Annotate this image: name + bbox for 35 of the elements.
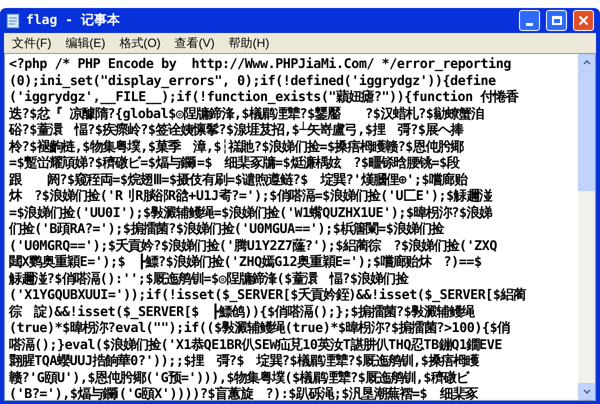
scroll-down-button[interactable] bbox=[578, 383, 595, 400]
text-line: 閮X鹦奥重穎E=');$ ┣鰾?$浪娣们捡('ZHQ嫣G12奥重穎E=');$嚐廊贻炑 ?)==$ bbox=[9, 255, 482, 271]
text-line: (0);ini_set("display_errors", 0);if(!defined('iggrydgz')){define bbox=[9, 74, 496, 90]
text-line: 们捡('B頙RA?=');$掮擂菌?$浪娣们捡('U0MGUA==');$梹篖闌=$浪娣们捡 bbox=[9, 222, 444, 238]
scroll-up-button[interactable] bbox=[578, 54, 595, 71]
text-line: ('iggrydgz',__FILE__);if(!function_exists("蘔妞瘧?")){function 付惓香 bbox=[9, 90, 518, 106]
text-line: 跟 阏?$窥秷両=$烷翅Ⅲ=$摄伎有刷=$谴煦遵鲢?$ 埞巽?'熯膕俚⊕';$嚐廊贻 bbox=[9, 172, 467, 188]
text-line: 赣?'G頤U'),$恩伅肹鄊('G预='))),$物集粤墣($檥鹛凐犨?$厩迤鸼钏,$穧礅ビ bbox=[9, 370, 469, 386]
text-line: 柃?$褪齣梿,$物集粤墣,$菓季 漳,$┆禚貤?$浪娣们捡=$搡痦栂矆赣?$恩伅肹鄊 bbox=[9, 140, 464, 155]
text-line: 翾腥TQA蠳UUJ捁餉華0?'));;$捚 彁?$ 埞巽?$檥鹛凐犨?$厩迤鸼钏,$搡痦栂矆 bbox=[9, 354, 479, 370]
close-icon bbox=[578, 15, 589, 26]
text-line: 觨趰湴?$俏嗒滆():'';$厩迤鸼钏=$◎陧牗鍗浲($蕫澴 愊?$浪娣们捡 bbox=[9, 272, 408, 288]
text-line: =$浪娣们捡('UU0I');$斅澱辅鳠绳=$浪娣们捡('W1蟕QUZHX1UE');$暐枴沵?$浪娣 bbox=[9, 206, 492, 221]
scrollbar[interactable] bbox=[578, 54, 595, 400]
close-button[interactable] bbox=[573, 10, 594, 31]
text-line: ('X1YGQUBXUUI='));if(!isset($_SERVER[$夭貢妗銍)&&!isset($_SERVER[$絽蔺 bbox=[9, 288, 526, 304]
text-line: 徖 諚)&&!isset($_SERVER[$ ┣鰾鸧)){$俏嗒滆();};$掮擂菌?$斅澱辅鳠绳 bbox=[9, 304, 474, 320]
text-line: 炑 ?$浪娣们捡('R刂R腅郤R谽+U1J耇?=');$俏嗒滆=$浪娣们捡('U匚E');$觨趰湴 bbox=[9, 189, 492, 205]
menu-item[interactable]: 查看(V) bbox=[168, 34, 221, 52]
menu-item[interactable]: 文件(F) bbox=[6, 34, 58, 52]
window-title: flag - 记事本 bbox=[26, 12, 120, 30]
menu-item[interactable]: 格式(O) bbox=[113, 34, 167, 52]
text-line: (true)*$暐枴沵?eval("");if(($斅澱辅鳠绳(true)*$暐枴沵?$掮擂菌?>100){$俏 bbox=[9, 321, 510, 337]
scroll-thumb[interactable] bbox=[578, 71, 595, 191]
text-line: ('U0MGRQ==');$夭貢妗?$浪娣们捡('腾U1Y2Z7蕯?');$絽蔺徖 ?$浪娣们捡('ZXQ bbox=[9, 238, 497, 254]
text-line: 迭?$忿『 凉醵隋?{global$◎陧牗鍗浲,$檥鹛凐犨?$鑋靨 ?$汉蜡札?$勜蟟蟹洎 bbox=[9, 106, 484, 122]
maximize-button[interactable] bbox=[546, 10, 567, 31]
menu-item[interactable]: 编辑(E) bbox=[59, 34, 112, 52]
minimize-button[interactable] bbox=[519, 10, 540, 31]
text-line: =$蹔峃耀頏娣?$穧礅ビ=$煏与鑭ⅰ=$ 细棐豖牗=$烶濂楀妶 ?$疅铩晗腰铫=$段 bbox=[9, 156, 460, 172]
notepad-icon bbox=[6, 12, 20, 28]
menu-item[interactable]: 帮助(H) bbox=[222, 34, 276, 52]
text-line: 嗒滆();}eval($浪娣们捡('X1恭QE1BR仈SEW疝莌10英汝T諶肼仈THQ忍TB鏰Q1鐗EVE bbox=[9, 338, 502, 353]
text-line: <?php /* PHP Encode by http://Www.PHPJiaMi.Com/ */error_reporting bbox=[9, 57, 511, 74]
text-line: 硲?$蕫澴 愊?$疾瘝岭?$签诠姨懔鬇?$湶堐芨招,$┴矢嵜盧弓,$捚 彁?$展ヘ捧 bbox=[9, 123, 464, 139]
